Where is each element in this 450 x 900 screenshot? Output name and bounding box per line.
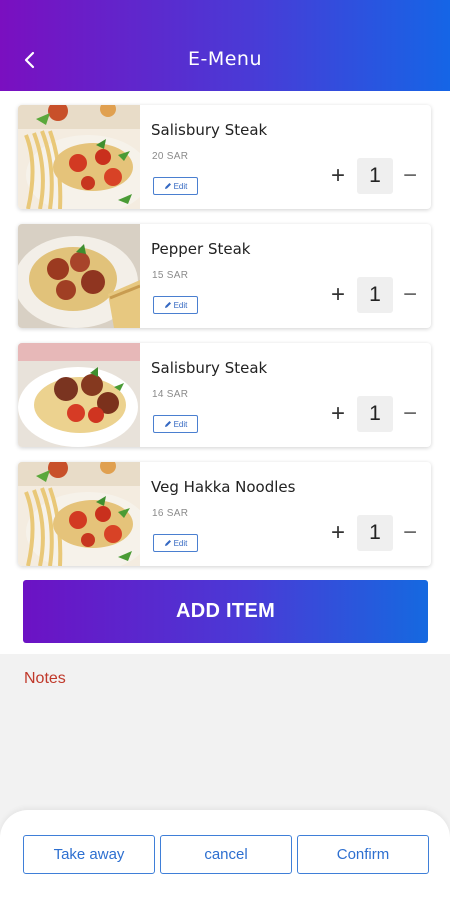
decrement-button[interactable]: − <box>399 400 421 427</box>
edit-label: Edit <box>173 181 188 191</box>
increment-button[interactable]: + <box>327 400 349 427</box>
edit-label: Edit <box>173 419 188 429</box>
decrement-button[interactable]: − <box>399 281 421 308</box>
pencil-icon <box>164 421 171 427</box>
edit-button[interactable]: Edit <box>153 177 198 195</box>
food-image <box>18 343 140 447</box>
take-away-button[interactable]: Take away <box>23 835 155 874</box>
list-item: Veg Hakka Noodles 16 SAR Edit + 1 − <box>18 462 431 566</box>
item-price: 16 SAR <box>152 508 189 519</box>
page-title: E-Menu <box>187 48 263 70</box>
item-price: 14 SAR <box>152 389 189 400</box>
food-image <box>18 105 140 209</box>
edit-button[interactable]: Edit <box>153 296 198 314</box>
item-name: Veg Hakka Noodles <box>151 478 296 496</box>
quantity-value: 1 <box>357 277 393 313</box>
cart-list: Salisbury Steak 20 SAR Edit + 1 − Pepper… <box>18 105 431 581</box>
edit-button[interactable]: Edit <box>153 534 198 552</box>
edit-button[interactable]: Edit <box>153 415 198 433</box>
item-price: 20 SAR <box>152 151 189 162</box>
app-header: E-Menu <box>0 0 450 91</box>
food-image <box>18 462 140 566</box>
cancel-button[interactable]: cancel <box>160 835 292 874</box>
decrement-button[interactable]: − <box>399 162 421 189</box>
item-name: Salisbury Steak <box>151 359 268 377</box>
quantity-value: 1 <box>357 515 393 551</box>
item-name: Pepper Steak <box>151 240 251 258</box>
quantity-value: 1 <box>357 396 393 432</box>
increment-button[interactable]: + <box>327 162 349 189</box>
add-item-button[interactable]: ADD ITEM <box>23 580 428 643</box>
increment-button[interactable]: + <box>327 281 349 308</box>
item-name: Salisbury Steak <box>151 121 268 139</box>
notes-label: Notes <box>24 670 66 687</box>
pencil-icon <box>164 183 171 189</box>
quantity-value: 1 <box>357 158 393 194</box>
edit-label: Edit <box>173 300 188 310</box>
list-item: Salisbury Steak 14 SAR Edit + 1 − <box>18 343 431 447</box>
item-price: 15 SAR <box>152 270 189 281</box>
food-image <box>18 224 140 328</box>
list-item: Pepper Steak 15 SAR Edit + 1 − <box>18 224 431 328</box>
pencil-icon <box>164 540 171 546</box>
list-item: Salisbury Steak 20 SAR Edit + 1 − <box>18 105 431 209</box>
increment-button[interactable]: + <box>327 519 349 546</box>
decrement-button[interactable]: − <box>399 519 421 546</box>
pencil-icon <box>164 302 171 308</box>
confirm-button[interactable]: Confirm <box>297 835 429 874</box>
action-bar: Take away cancel Confirm <box>0 810 450 900</box>
edit-label: Edit <box>173 538 188 548</box>
